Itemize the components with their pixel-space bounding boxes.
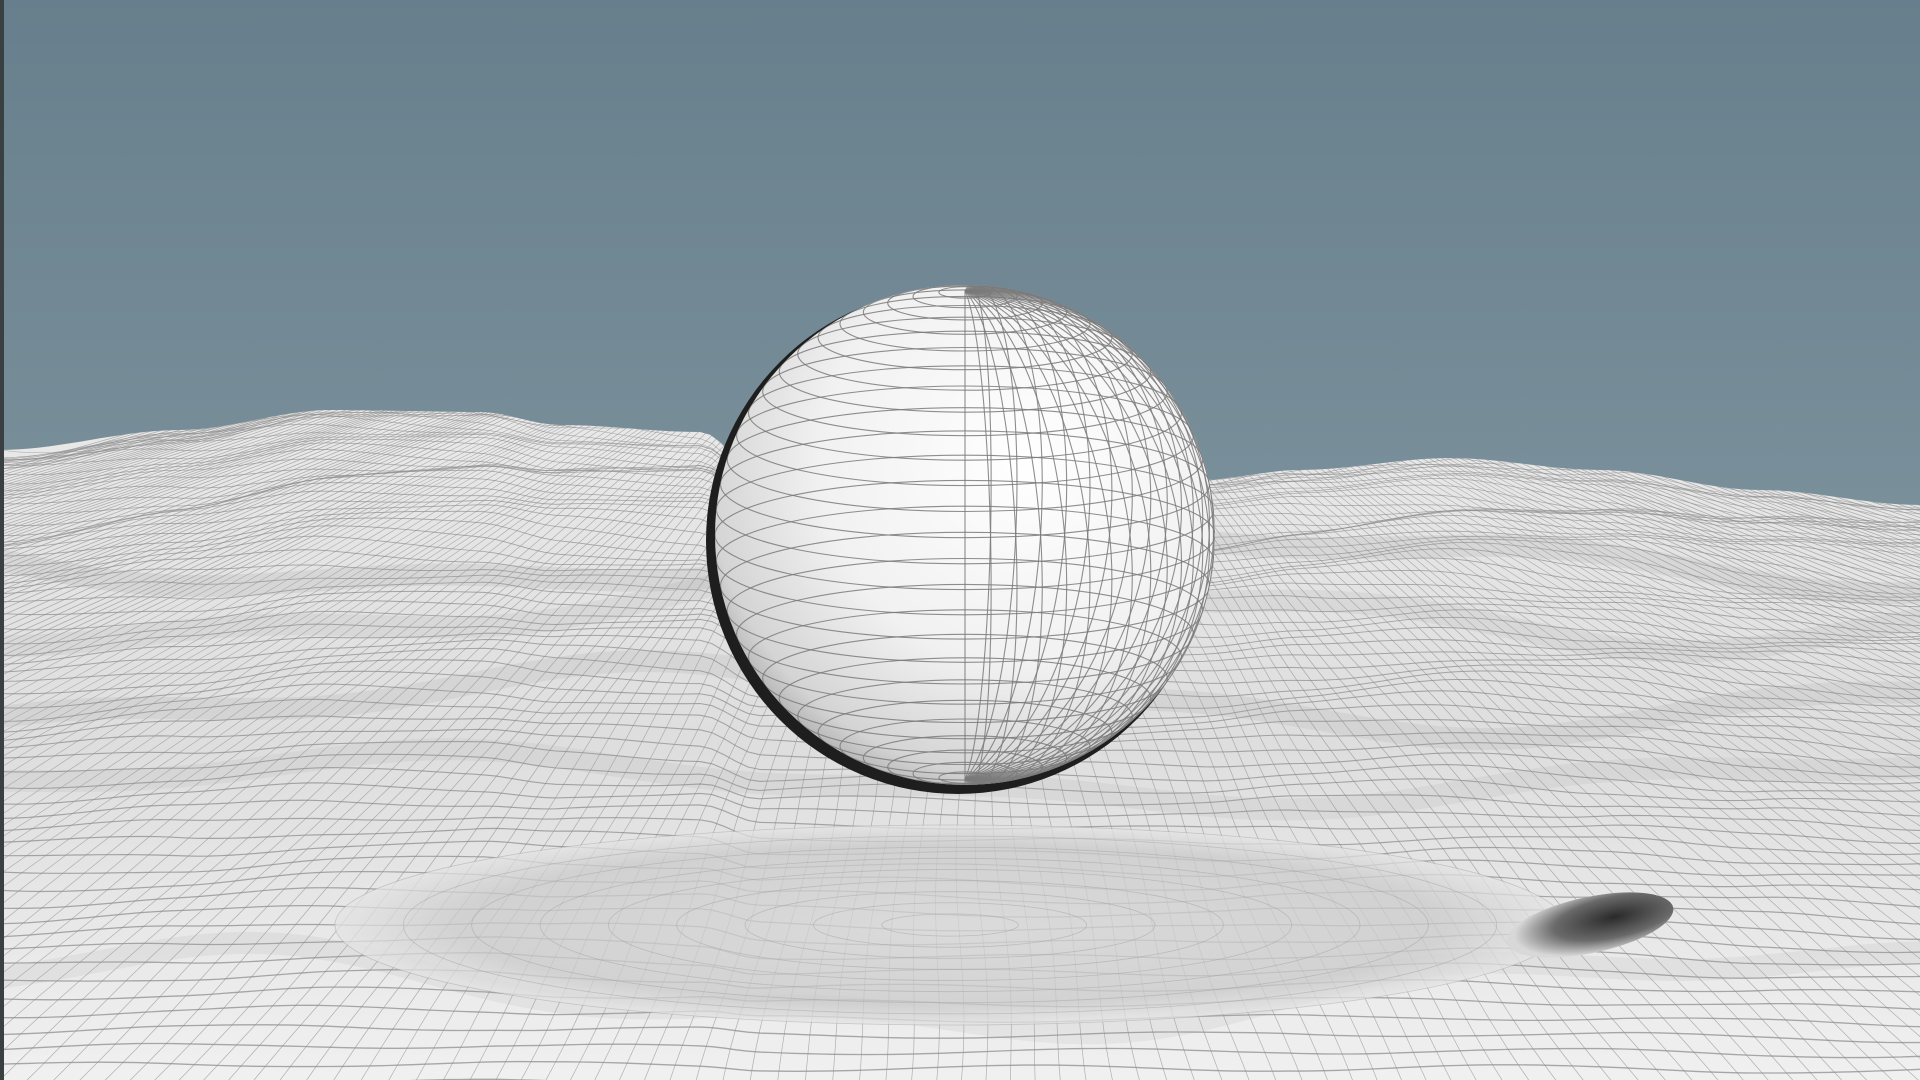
viewport-left-border — [0, 0, 4, 1080]
crater-depression — [335, 825, 1565, 1025]
viewport-canvas[interactable] — [0, 0, 1920, 1080]
3d-viewport[interactable] — [0, 0, 1920, 1080]
